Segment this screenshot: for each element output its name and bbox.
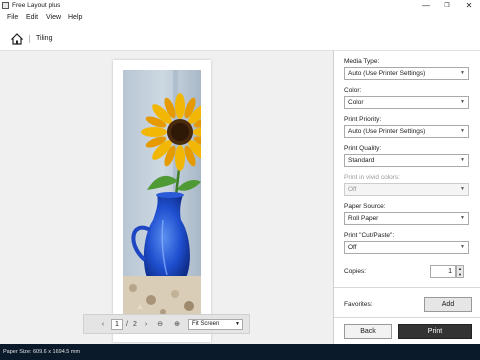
zoom-in-icon[interactable]: ⊕ xyxy=(171,319,183,330)
print-priority-label: Print Priority: xyxy=(344,116,382,123)
settings-panel: Media Type: Auto (Use Printer Settings) … xyxy=(333,51,480,344)
chevron-down-icon: ▼ xyxy=(460,244,465,250)
print-priority-value: Auto (Use Printer Settings) xyxy=(348,128,426,135)
window-title: Free Layout plus xyxy=(12,2,61,9)
media-type-select[interactable]: Auto (Use Printer Settings) ▼ xyxy=(344,67,469,80)
menu-edit[interactable]: Edit xyxy=(26,14,38,21)
chevron-down-icon: ▼ xyxy=(235,321,240,327)
chevron-down-icon: ▼ xyxy=(460,128,465,134)
cut-paste-label: Print "Cut/Paste": xyxy=(344,232,395,239)
prev-page-button[interactable]: ‹ xyxy=(97,319,109,330)
chevron-down-icon: ▼ xyxy=(460,70,465,76)
menu-bar: File Edit View Help xyxy=(0,13,480,25)
color-select[interactable]: Color ▼ xyxy=(344,96,469,109)
print-priority-select[interactable]: Auto (Use Printer Settings) ▼ xyxy=(344,125,469,138)
vivid-colors-select: Off ▼ xyxy=(344,183,469,196)
vivid-colors-label: Print in vivid colors: xyxy=(344,174,400,181)
color-label: Color: xyxy=(344,87,362,94)
print-quality-label: Print Quality: xyxy=(344,145,382,152)
paper-source-select[interactable]: Roll Paper ▼ xyxy=(344,212,469,225)
chevron-down-icon: ▼ xyxy=(460,157,465,163)
divider xyxy=(334,317,480,318)
app-icon xyxy=(2,2,9,9)
status-bar: Paper Size: 609.6 x 1694.5 mm xyxy=(0,344,480,360)
copies-label: Copies: xyxy=(344,268,367,275)
current-page-input[interactable]: 1 xyxy=(111,319,123,330)
breadcrumb: Tiling xyxy=(36,35,53,42)
media-type-value: Auto (Use Printer Settings) xyxy=(348,70,426,77)
print-button[interactable]: Print xyxy=(398,324,472,339)
zoom-select[interactable]: Fit Screen ▼ xyxy=(188,319,243,330)
color-value: Color xyxy=(348,99,364,106)
add-favorite-button[interactable]: Add xyxy=(424,297,472,312)
chevron-down-icon: ▼ xyxy=(460,215,465,221)
menu-view[interactable]: View xyxy=(46,14,61,21)
chevron-down-icon: ▼ xyxy=(460,186,465,192)
zoom-out-icon[interactable]: ⊖ xyxy=(154,319,166,330)
page-navigation-bar: ‹ 1 / 2 › ⊖ ⊕ Fit Screen ▼ xyxy=(83,314,250,334)
cut-paste-value: Off xyxy=(348,244,357,251)
paper-source-label: Paper Source: xyxy=(344,203,386,210)
maximize-button[interactable]: ❐ xyxy=(436,0,458,12)
title-bar: Free Layout plus — ❐ ✕ xyxy=(0,0,480,12)
home-icon[interactable] xyxy=(11,33,23,45)
menu-file[interactable]: File xyxy=(7,14,18,21)
back-button[interactable]: Back xyxy=(344,324,392,339)
cut-paste-select[interactable]: Off ▼ xyxy=(344,241,469,254)
print-quality-select[interactable]: Standard ▼ xyxy=(344,154,469,167)
toolbar: Tiling xyxy=(0,26,480,51)
preview-area: ‹ 1 / 2 › ⊖ ⊕ Fit Screen ▼ xyxy=(0,51,333,344)
toolbar-separator xyxy=(29,35,30,43)
chevron-down-icon: ▼ xyxy=(460,99,465,105)
copies-stepper[interactable]: ▲ ▼ xyxy=(456,265,464,278)
zoom-select-value: Fit Screen xyxy=(192,321,220,327)
paper-source-value: Roll Paper xyxy=(348,215,379,222)
favorites-label: Favorites: xyxy=(344,301,373,308)
vivid-colors-value: Off xyxy=(348,186,357,193)
print-quality-value: Standard xyxy=(348,157,375,164)
paper-preview xyxy=(113,60,211,342)
divider xyxy=(334,287,480,288)
menu-help[interactable]: Help xyxy=(68,14,82,21)
close-button[interactable]: ✕ xyxy=(458,0,480,12)
sunflower-photo xyxy=(123,70,201,320)
next-page-button[interactable]: › xyxy=(140,319,152,330)
media-type-label: Media Type: xyxy=(344,58,380,65)
copies-input[interactable]: 1 xyxy=(430,265,456,278)
minimize-button[interactable]: — xyxy=(415,0,437,12)
